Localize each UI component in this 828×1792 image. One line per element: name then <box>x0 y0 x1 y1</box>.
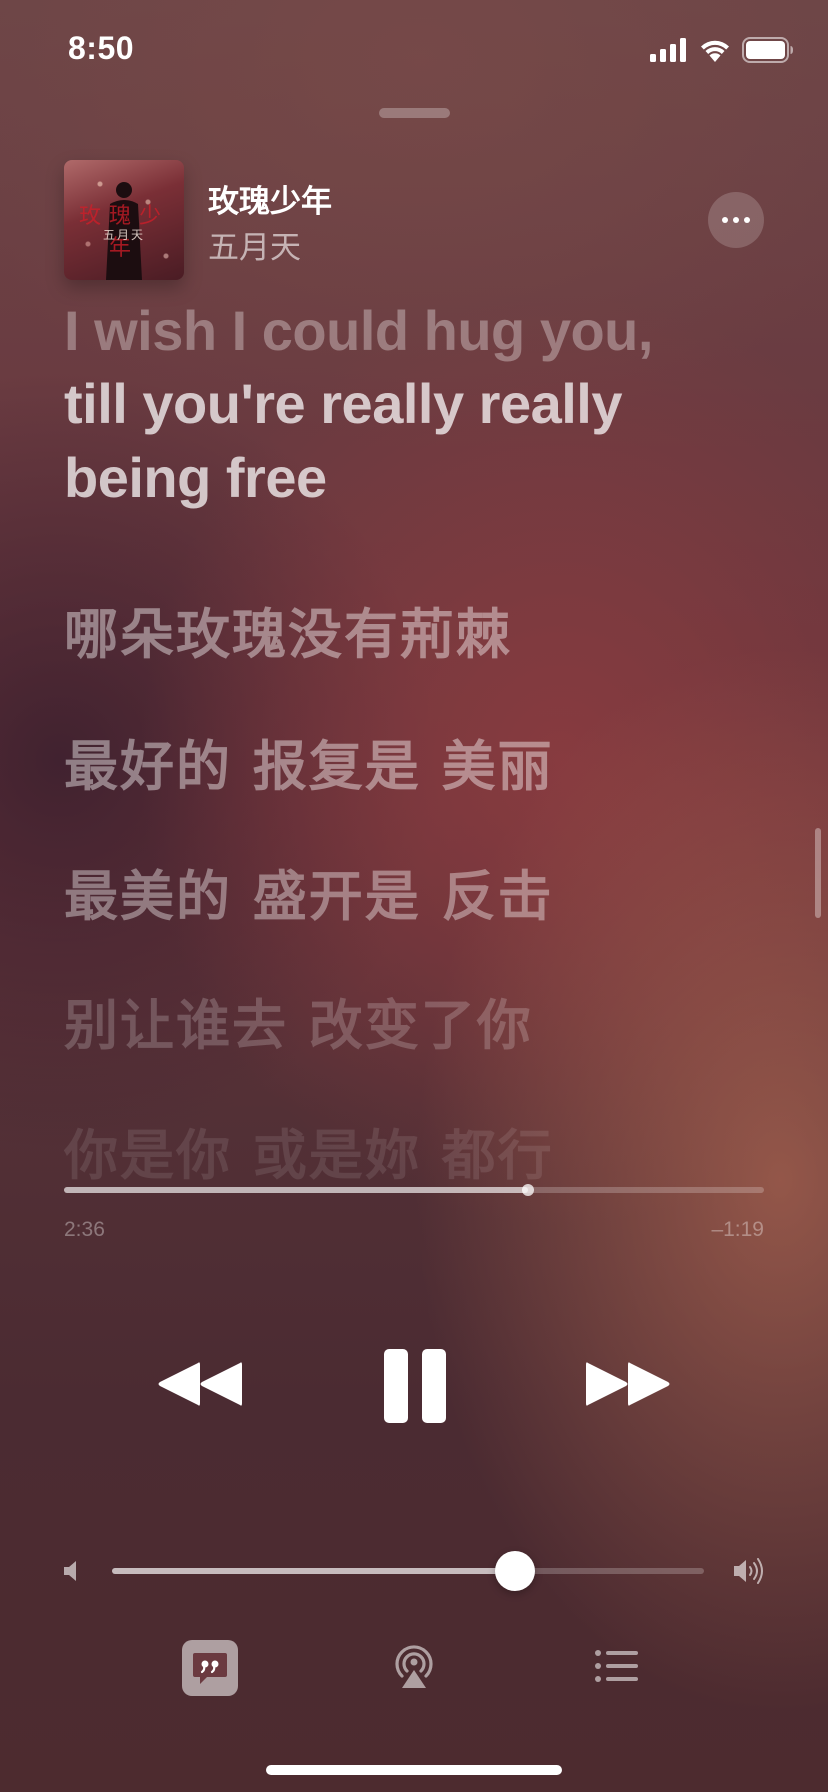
status-icons <box>650 36 794 64</box>
playback-progress-fill <box>64 1187 529 1193</box>
speaker-wave-icon <box>734 1558 763 1584</box>
song-title[interactable]: 玫瑰少年 <box>208 176 332 221</box>
ellipsis-dot <box>733 217 739 223</box>
sheet-grabber[interactable] <box>379 108 450 118</box>
lyric-line[interactable]: 你是你 或是妳 都行 <box>64 1111 554 1180</box>
lyrics-view[interactable]: I wish I could hug you, till you're real… <box>64 300 764 1180</box>
more-options-button[interactable] <box>708 192 764 248</box>
ellipsis-icon <box>722 217 728 223</box>
artwork-artist-text: 五月天 <box>102 228 145 242</box>
status-bar: 8:50 <box>0 0 828 100</box>
volume-knob[interactable] <box>494 1551 535 1591</box>
pause-icon <box>384 1349 446 1423</box>
quote-bubble-icon <box>193 1653 227 1684</box>
lyric-line[interactable]: I wish I could hug you, <box>64 300 653 368</box>
lyric-line[interactable]: 最美的 盛开是 反击 <box>64 852 554 931</box>
list-icon[interactable] <box>594 1648 638 1684</box>
wifi-icon <box>701 40 729 62</box>
artist-name[interactable]: 五月天 <box>208 222 301 267</box>
airplay-audio-icon[interactable] <box>390 1640 438 1692</box>
elapsed-time: 2:36 <box>64 1218 105 1241</box>
playback-scrubber[interactable] <box>64 1184 764 1196</box>
lyric-line[interactable]: till you're really really <box>64 367 623 441</box>
scroll-indicator[interactable] <box>815 828 821 918</box>
lyric-line[interactable]: being free <box>64 441 327 515</box>
cellular-signal-icon <box>650 38 686 62</box>
battery-icon <box>742 37 793 63</box>
home-indicator[interactable] <box>266 1765 562 1775</box>
lyrics-toggle-button[interactable] <box>182 1640 238 1696</box>
fast-forward-button[interactable] <box>578 1344 678 1424</box>
playback-scrubber-knob[interactable] <box>522 1184 535 1196</box>
pause-button[interactable] <box>370 1338 460 1434</box>
fast-forward-icon <box>586 1362 670 1406</box>
rewind-icon <box>158 1362 242 1406</box>
lyric-line[interactable]: 别让谁去 改变了你 <box>64 981 533 1060</box>
rewind-button[interactable] <box>150 1344 250 1424</box>
status-time: 8:50 <box>68 30 135 66</box>
lyric-line[interactable]: 哪朵玫瑰没有荊棘 <box>64 590 512 669</box>
volume-fill <box>112 1568 515 1574</box>
speaker-icon <box>64 1561 76 1581</box>
remaining-time: –1:19 <box>711 1218 764 1241</box>
lyric-line[interactable]: 最好的 报复是 美丽 <box>64 722 554 801</box>
ellipsis-dot <box>744 217 750 223</box>
album-artwork: 玫瑰少年 五月天 <box>64 160 184 280</box>
volume-slider[interactable] <box>112 1551 704 1591</box>
